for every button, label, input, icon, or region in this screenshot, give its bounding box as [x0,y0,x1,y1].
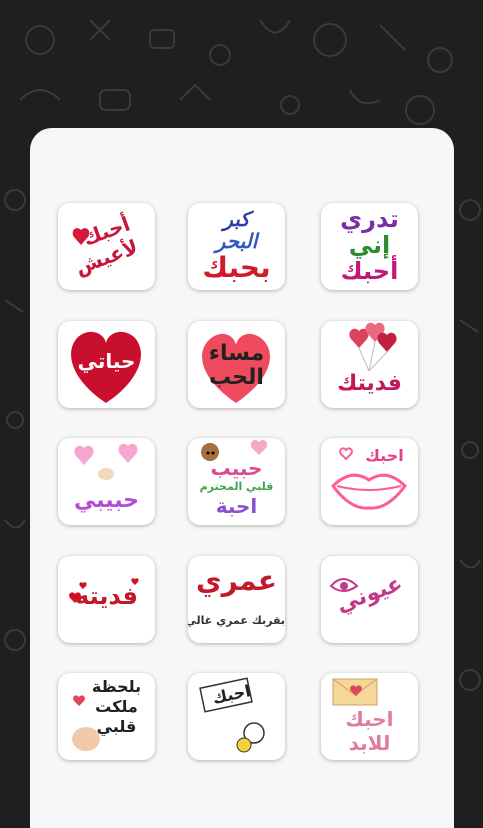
sticker-tile[interactable]: أحبك لأعيش [58,203,155,290]
sticker-text-line: للابد [348,731,391,755]
sticker-tile[interactable]: فديتك [321,321,418,408]
sticker-text-line: حياتي [77,349,136,373]
sticker-text-line: قلبي [96,717,137,736]
sticker-tile[interactable]: تدري إني أحبك [321,203,418,290]
sticker-text-line: بحبك [202,251,271,284]
sticker-text-line: البحر [215,229,258,253]
sticker-text-line: بلحظة [91,677,142,696]
sticker-text-line: عمري [196,564,277,597]
sticker-tile[interactable]: بلحظة ملكت قلبي [58,673,155,760]
sticker-tile[interactable]: حبيب قلبي المحترم احبة [188,438,285,525]
sticker-tile[interactable]: احبك [188,673,285,760]
sticker-text-line: مساء [208,341,265,366]
sticker-text-line: حبيبي [73,488,140,513]
sticker-text-line: بقربك عمري غالي [188,614,285,627]
sticker-tile[interactable]: كبر البحر بحبك [188,203,285,290]
sticker-grid: تدري إني أحبك كبر البحر بحبك أحبك لأعيش [30,128,454,800]
sticker-tile[interactable]: مساء الحب [188,321,285,408]
sticker-panel: تدري إني أحبك كبر البحر بحبك أحبك لأعيش [30,128,454,828]
sticker-tile[interactable]: عمري بقربك عمري غالي [188,556,285,643]
sticker-text-line: احبة [215,494,258,518]
sticker-text-line: احبك [345,707,394,731]
sticker-text-line: حبيب [210,456,263,480]
sticker-text-line: أحبك [340,257,399,285]
sticker-tile[interactable]: احبك [321,438,418,525]
sticker-text-line: تدري [340,205,399,233]
sticker-tile[interactable]: عيوني [321,556,418,643]
sticker-text-line: قلبي المحترم [199,480,274,493]
sticker-text-line: فديتك [337,371,402,396]
sticker-text-line: ملكت [95,697,138,716]
sticker-text-line: احبك [365,446,404,465]
sticker-tile[interactable]: حياتي [58,321,155,408]
sticker-text-line: فديته [75,582,138,610]
sticker-tile[interactable]: فديته [58,556,155,643]
sticker-tile[interactable]: احبك للابد [321,673,418,760]
sticker-tile[interactable]: حبيبي [58,438,155,525]
sticker-text-line: الحب [209,365,264,390]
sticker-text-line: إني [348,231,391,259]
sticker-text-line: كبر [223,207,250,231]
